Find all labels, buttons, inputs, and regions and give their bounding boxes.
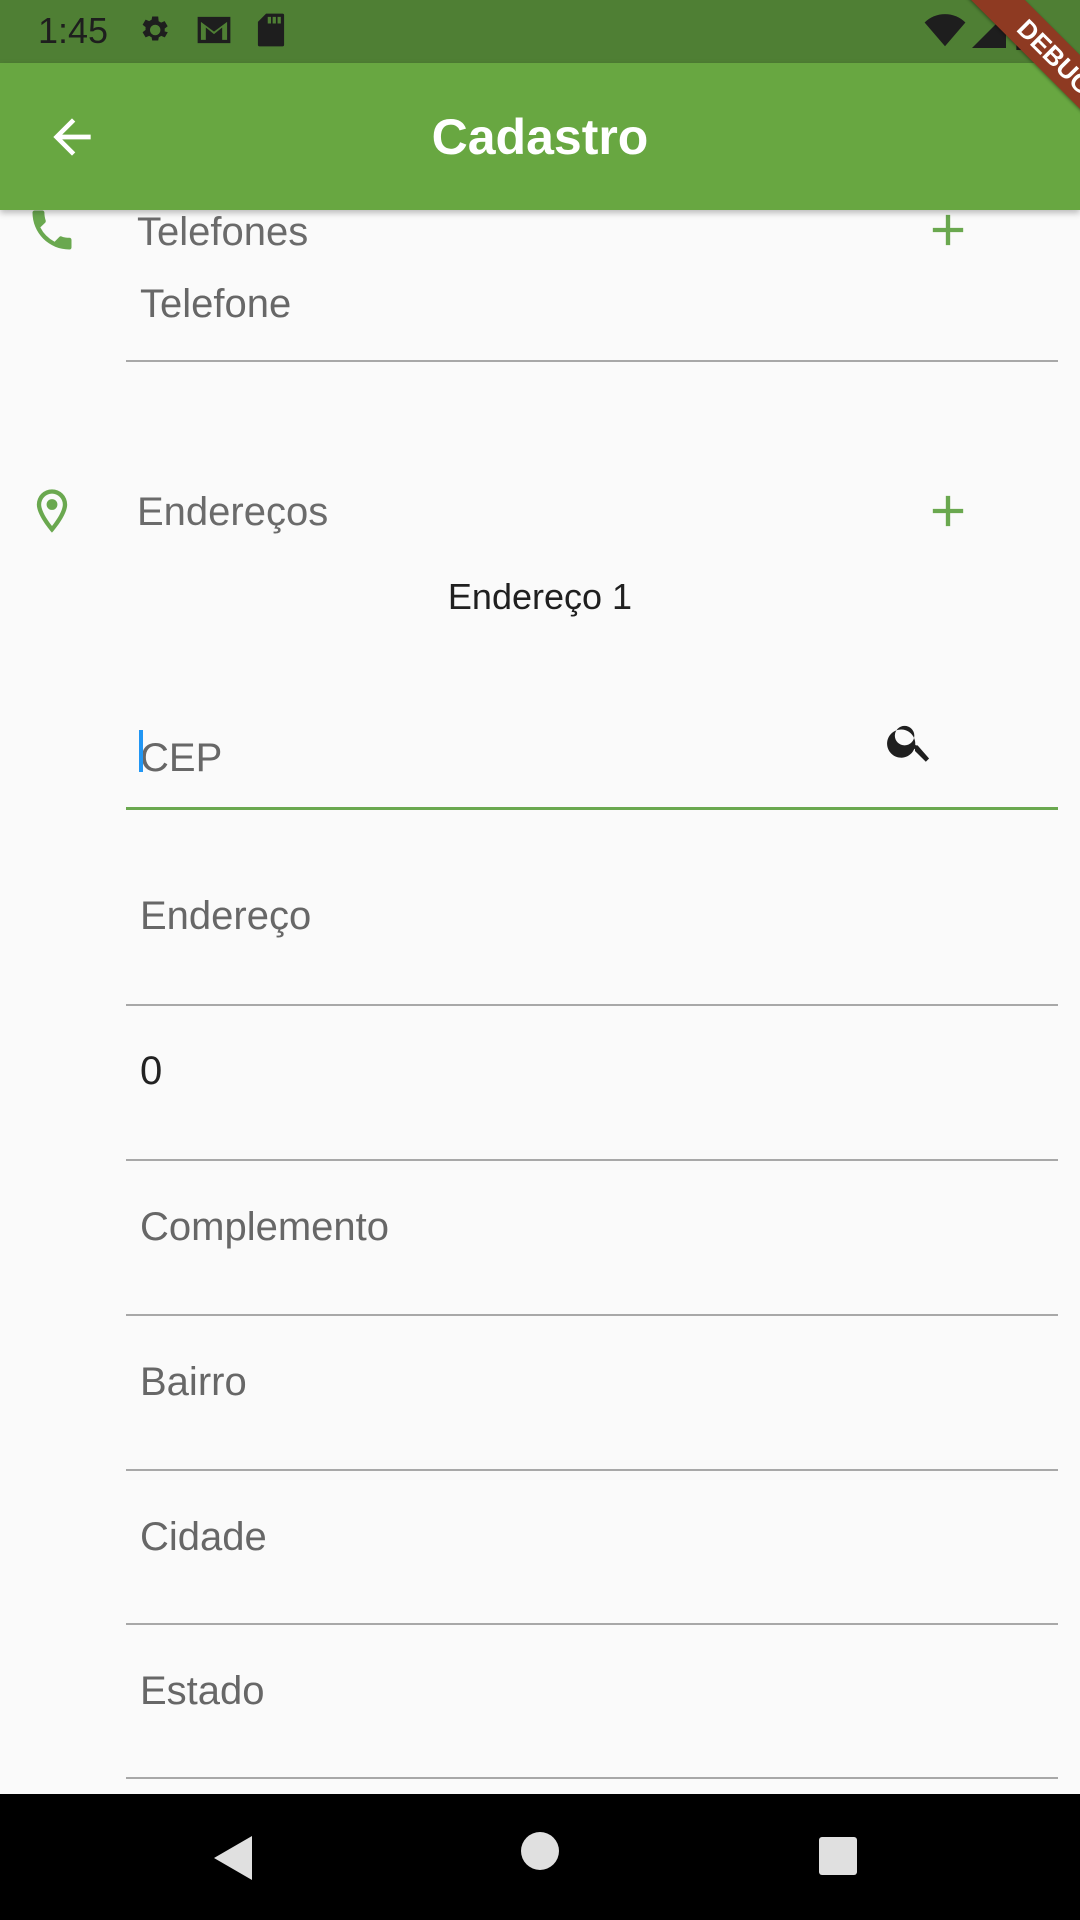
- cidade-field[interactable]: Cidade: [126, 1471, 1058, 1625]
- cep-field[interactable]: CEP: [126, 670, 1058, 810]
- status-time: 1:45: [38, 10, 109, 51]
- complemento-placeholder: Complemento: [140, 1205, 390, 1249]
- estado-placeholder: Estado: [140, 1669, 265, 1713]
- bairro-field[interactable]: Bairro: [126, 1316, 1058, 1471]
- endereco-placeholder: Endereço: [140, 894, 312, 938]
- debug-banner: DEBUG: [920, 0, 1080, 160]
- cidade-placeholder: Cidade: [140, 1515, 267, 1559]
- system-nav-bar: [0, 1794, 1080, 1920]
- text-cursor: [139, 730, 143, 772]
- nav-home-icon[interactable]: [520, 1831, 560, 1871]
- numero-field[interactable]: 0: [126, 1006, 1058, 1161]
- settings-icon: [142, 16, 168, 41]
- phone-icon: [32, 210, 72, 250]
- app-bar: Cadastro: [0, 63, 1080, 210]
- status-bar: 1:45: [0, 0, 1080, 63]
- cep-placeholder: CEP: [140, 736, 223, 780]
- sd-card-icon: [257, 13, 285, 47]
- form-content[interactable]: Telefones Telefone Endereços Endereço 1 …: [0, 210, 1080, 1794]
- nav-back-icon[interactable]: [212, 1834, 258, 1882]
- section-label-enderecos: Endereços: [137, 490, 329, 534]
- location-pin-icon: [36, 489, 68, 533]
- bairro-placeholder: Bairro: [140, 1360, 247, 1404]
- numero-value: 0: [140, 1049, 163, 1093]
- complemento-field[interactable]: Complemento: [126, 1161, 1058, 1316]
- estado-field[interactable]: Estado: [126, 1625, 1058, 1779]
- endereco-field[interactable]: Endereço: [126, 850, 1058, 1006]
- telefone-placeholder: Telefone: [140, 282, 292, 326]
- address-item-title: Endereço 1: [447, 576, 633, 617]
- telefone-field[interactable]: Telefone: [126, 274, 1058, 362]
- search-icon[interactable]: [884, 715, 936, 767]
- debug-banner-label: DEBUG: [960, 0, 1080, 152]
- nav-recents-icon[interactable]: [818, 1836, 858, 1876]
- plus-icon[interactable]: [922, 485, 974, 537]
- section-label-telefones: Telefones: [137, 210, 309, 254]
- plus-icon[interactable]: [922, 210, 974, 256]
- page-title: Cadastro: [431, 109, 649, 165]
- gmail-icon: [197, 16, 231, 44]
